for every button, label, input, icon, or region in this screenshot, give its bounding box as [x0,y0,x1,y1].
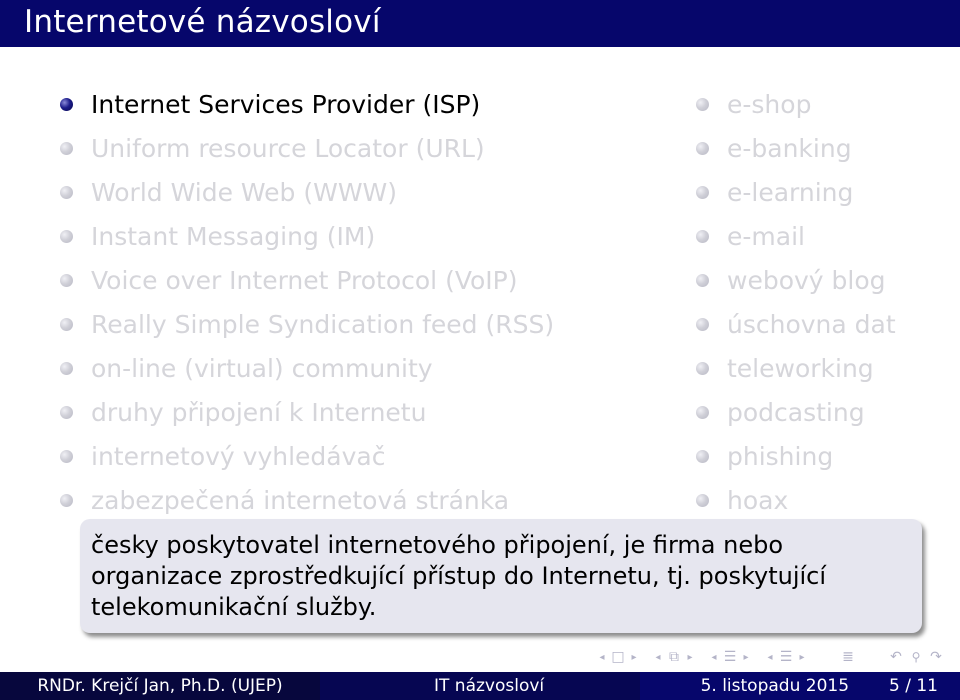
list-item: webový blog [696,258,896,302]
footer-short-title: IT názvosloví [434,676,545,696]
bullet-icon [60,141,73,155]
frame-icon[interactable]: □ [608,649,628,665]
list-item: Internet Services Provider (ISP) [60,82,554,126]
list-item-label: Internet Services Provider (ISP) [91,89,481,119]
list-item-label: e-mail [727,221,805,251]
list-item-label: internetový vyhledávač [91,441,386,471]
list-item: hoax [696,478,896,522]
definition-box: česky poskytovatel internetového připoje… [80,519,922,633]
list-item: Instant Messaging (IM) [60,214,554,258]
prev-part-arrow[interactable]: ◂ [764,652,776,663]
list-item: teleworking [696,346,896,390]
list-item-label: on-line (virtual) community [91,353,433,383]
next-section-arrow[interactable]: ▸ [740,652,752,663]
search-icon[interactable]: ⚲ [906,650,926,664]
part-icon[interactable]: ☰ [776,649,796,665]
list-item-label: Voice over Internet Protocol (VoIP) [91,265,518,295]
bullet-icon [696,273,709,287]
list-item-label: Instant Messaging (IM) [91,221,376,251]
prev-section-arrow[interactable]: ◂ [708,652,720,663]
list-item: e-shop [696,82,896,126]
prev-subsection-arrow[interactable]: ◂ [652,652,664,663]
bullet-icon [696,185,709,199]
slide-title-bar: Internetové názvosloví [0,0,960,47]
bullet-icon [60,493,73,507]
list-item: e-mail [696,214,896,258]
list-item: podcasting [696,390,896,434]
bullet-icon [60,405,73,419]
bullet-icon [60,449,73,463]
list-item: Really Simple Syndication feed (RSS) [60,302,554,346]
list-item-label: úschovna dat [727,309,896,339]
bullet-icon [696,361,709,375]
slide-title: Internetové názvosloví [24,4,381,40]
list-item: e-banking [696,126,896,170]
list-item: World Wide Web (WWW) [60,170,554,214]
bullet-icon [696,405,709,419]
bullet-icon [60,97,73,111]
document-icon[interactable]: ≣ [838,649,858,665]
list-item-label: druhy připojení k Internetu [91,397,427,427]
list-item: zabezpečená internetová stránka [60,478,554,522]
footer-author: RNDr. Krejčí Jan, Ph.D. (UJEP) [37,676,283,696]
bullet-icon [696,449,709,463]
footer-author-segment: RNDr. Krejčí Jan, Ph.D. (UJEP) [0,672,320,700]
definition-text: česky poskytovatel internetového připoje… [91,531,827,621]
list-item-label: zabezpečená internetová stránka [91,485,510,515]
list-item-label: World Wide Web (WWW) [91,177,398,207]
bullet-icon [60,361,73,375]
left-term-list: Internet Services Provider (ISP) Uniform… [60,82,554,522]
list-item-label: hoax [727,485,789,515]
list-item-label: e-learning [727,177,854,207]
bullet-icon [60,229,73,243]
list-item: úschovna dat [696,302,896,346]
bullet-icon [696,141,709,155]
list-item: on-line (virtual) community [60,346,554,390]
list-item-label: e-banking [727,133,852,163]
footer-title-segment: IT názvosloví [320,672,640,700]
footer-date: 5. listopadu 2015 [700,676,850,696]
prev-frame-arrow[interactable]: ◂ [596,652,608,663]
bullet-icon [696,97,709,111]
bullet-icon [60,185,73,199]
undo-icon[interactable]: ↶ [886,649,906,665]
footer-date-segment: 5. listopadu 2015 5 / 11 [640,672,960,700]
footer: RNDr. Krejčí Jan, Ph.D. (UJEP) IT názvos… [0,672,960,700]
list-item-label: teleworking [727,353,874,383]
bullet-icon [696,317,709,331]
footer-page-number: 5 / 11 [889,676,938,696]
list-item: e-learning [696,170,896,214]
next-part-arrow[interactable]: ▸ [796,652,808,663]
next-subsection-arrow[interactable]: ▸ [684,652,696,663]
bullet-icon [60,273,73,287]
list-item-label: Really Simple Syndication feed (RSS) [91,309,555,339]
redo-icon[interactable]: ↷ [926,649,946,665]
list-item-label: phishing [727,441,834,471]
list-item-label: e-shop [727,89,812,119]
list-item: Uniform resource Locator (URL) [60,126,554,170]
list-item: phishing [696,434,896,478]
section-icon[interactable]: ☰ [720,649,740,665]
list-item-label: podcasting [727,397,865,427]
bullet-icon [60,317,73,331]
subsection-icon[interactable]: ⧉ [664,649,684,665]
list-item-label: Uniform resource Locator (URL) [91,133,485,163]
bullet-icon [696,229,709,243]
next-frame-arrow[interactable]: ▸ [628,652,640,663]
right-term-list: e-shop e-banking e-learning e-mail webov… [696,82,896,522]
list-item: druhy připojení k Internetu [60,390,554,434]
bullet-icon [696,493,709,507]
list-item-label: webový blog [727,265,886,295]
list-item: Voice over Internet Protocol (VoIP) [60,258,554,302]
beamer-navigation-bar: ◂ □ ▸ ◂ ⧉ ▸ ◂ ☰ ▸ ◂ ☰ ▸ ≣ ↶ ⚲ ↷ [596,647,946,667]
list-item: internetový vyhledávač [60,434,554,478]
